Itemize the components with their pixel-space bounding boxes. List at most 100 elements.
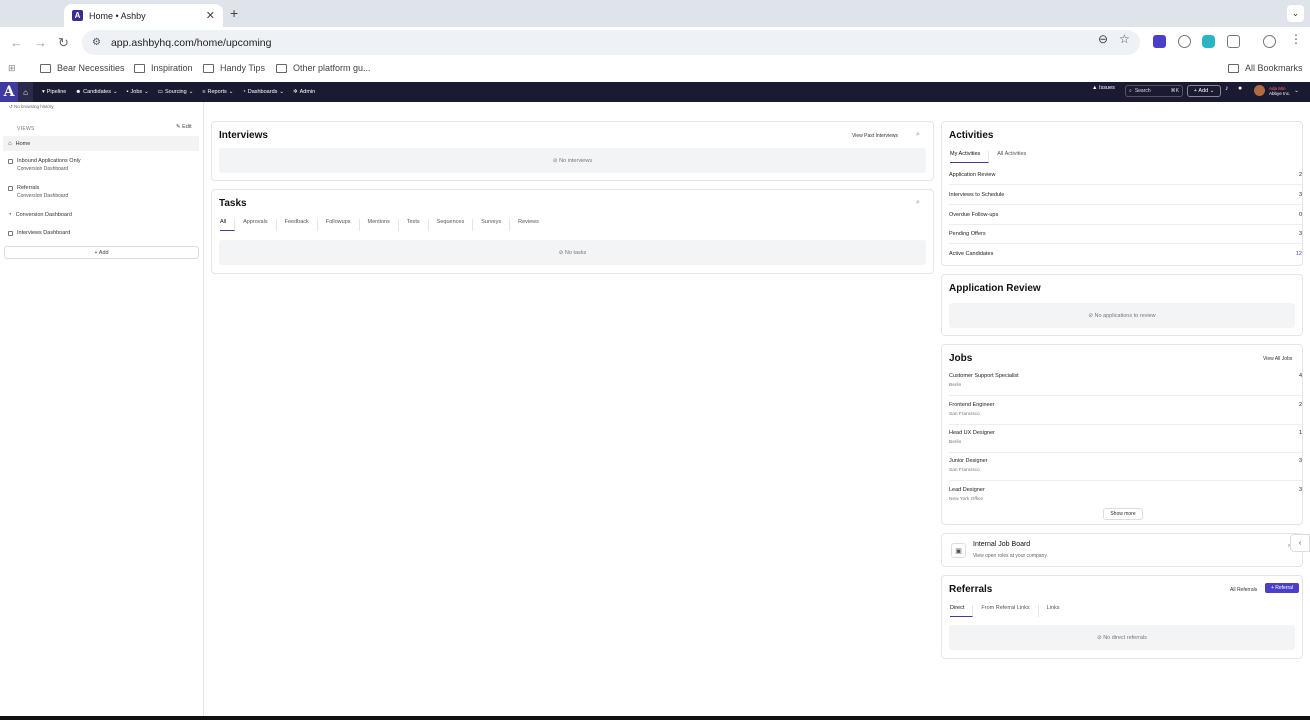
avatar [1254,85,1265,96]
bookmark-label: Handy Tips [220,63,266,73]
job-row[interactable]: Customer Support Specialist Berlin 4 [949,368,1302,396]
sidebar-item-interviews[interactable]: Interviews Dashboard [3,230,199,236]
job-row[interactable]: Lead Designer New York Office 3 [949,482,1302,510]
help-icon[interactable]: ● [1238,85,1242,92]
folder-icon [1228,63,1239,73]
tab-referral-links[interactable]: From Referral Links [981,605,1039,617]
folder-icon [134,63,145,73]
bookmark-folder[interactable]: Other platform gu... [276,63,371,73]
nav-admin[interactable]: ✲ Admin [293,89,315,95]
nav-reports[interactable]: ≡ Reports ⌄ [202,89,233,95]
activity-row[interactable]: Application Review 2 [949,165,1302,185]
tab-feedback[interactable]: Feedback [285,219,318,231]
bookmark-folder[interactable]: Handy Tips [203,63,265,73]
view-all-jobs-button[interactable]: View All Jobs [1263,356,1292,362]
tab-sequences[interactable]: Sequences [437,219,474,231]
reload-icon[interactable]: ↻ [58,35,69,51]
back-icon[interactable]: ← [10,35,23,50]
tab-followups[interactable]: Followups [326,219,360,231]
nav-pipeline[interactable]: ▾ Pipeline [42,89,66,95]
tab-links[interactable]: Links [1047,605,1068,617]
sidebar-item-label: Interviews Dashboard [17,230,71,236]
sidebar-item-conversion[interactable]: ◔ Conversion Dashboard [3,212,199,218]
tab-reviews[interactable]: Reviews [518,219,547,231]
all-referrals-button[interactable]: All Referrals [1230,587,1257,593]
extensions-puzzle-icon[interactable] [1227,35,1240,48]
chevron-down-icon: ⌄ [228,89,234,95]
extension-teal-icon[interactable] [1202,35,1215,48]
bookmark-star-icon[interactable]: ☆ [1119,32,1130,46]
sidebar-item-referrals[interactable]: Referrals Conversion Dashboard [3,185,199,199]
global-search[interactable]: ⌕ Search ⌘K [1125,85,1183,97]
new-tab-icon[interactable]: + [230,5,238,21]
jobs-title: Jobs [949,353,973,364]
search-icon[interactable]: ⌕ [916,199,920,207]
add-referral-button[interactable]: + Referral [1265,583,1299,593]
all-bookmarks[interactable]: All Bookmarks [1228,63,1303,73]
edit-views-button[interactable]: ✎ Edit [176,124,192,130]
issues-button[interactable]: ▲ Issues [1092,85,1115,91]
site-info-icon[interactable]: ⚙ [92,37,101,48]
jobs-card: Jobs View All Jobs Customer Support Spec… [941,344,1303,525]
tab-direct[interactable]: Direct [950,605,974,617]
search-icon[interactable]: ⌕ [916,131,920,139]
browser-menu-icon[interactable]: ⋮ [1290,32,1302,46]
nav-dashboards[interactable]: ◔ Dashboards ⌄ [242,89,284,95]
add-view-button[interactable]: + Add [4,246,199,259]
zoom-icon[interactable]: ⊖ [1098,32,1108,46]
sidebar-item-inbound[interactable]: Inbound Applications Only Conversion Dash… [3,158,199,172]
interviews-empty: ⊘ No interviews [219,148,926,173]
tab-all[interactable]: All [220,219,236,231]
gear-icon: ✲ [293,89,298,95]
tab-texts[interactable]: Texts [407,219,429,231]
tab-mentions[interactable]: Mentions [368,219,399,231]
sidebar-item-label: Conversion Dashboard [15,212,72,218]
show-more-button[interactable]: Show more [1103,508,1143,520]
internal-job-board-card[interactable]: ▣ Internal Job Board View open roles at … [941,533,1303,567]
close-tab-icon[interactable]: ✕ [206,9,215,22]
bookmark-label: Inspiration [151,63,193,73]
tab-my-activities[interactable]: My Activities [950,151,990,163]
job-count: 3 [1298,487,1302,493]
chevron-down-icon: ⌄ [279,89,284,95]
add-button[interactable]: + Add ⌄ [1187,85,1221,97]
bookmark-label: Bear Necessities [57,63,125,73]
view-past-interviews-button[interactable]: View Past Interviews [852,133,898,139]
tab-all-activities[interactable]: All Activities [997,151,1034,163]
nav-sourcing[interactable]: ▭ Sourcing ⌄ [158,89,194,95]
profile-icon[interactable] [1263,35,1276,48]
home-icon[interactable]: ⌂ [18,82,33,102]
forward-icon[interactable]: → [34,35,47,50]
tab-search-chevron-icon[interactable]: ⌄ [1287,5,1304,22]
activities-tabs: My Activities All Activities [950,151,1042,163]
job-count: 3 [1298,458,1302,464]
activity-row[interactable]: Overdue Follow-ups 0 [949,205,1302,225]
browsing-history: ↺ No browsing history [9,104,54,109]
apps-grid-icon[interactable]: ⊞ [8,63,16,74]
tab-approvals[interactable]: Approvals [243,219,277,231]
app-nav-bar: A ⌂ ▾ Pipeline ☻ Candidates ⌄ ▪ Jobs ⌄ ▭ Sourc… [0,82,1310,102]
user-menu[interactable]: Ada Min Abbye Inc. ⌄ [1254,85,1299,96]
ashby-extension-icon[interactable] [1153,35,1166,48]
job-row[interactable]: Head UX Designer Berlin 1 [949,425,1302,453]
tab-surveys[interactable]: Surveys [481,219,511,231]
activity-row[interactable]: Active Candidates 12 [949,244,1302,264]
job-row[interactable]: Frontend Engineer San Francisco 2 [949,397,1302,425]
activity-row[interactable]: Interviews to Schedule 3 [949,185,1302,205]
collapse-panel-icon[interactable]: ‹ [1290,534,1310,552]
nav-candidates[interactable]: ☻ Candidates ⌄ [75,89,117,95]
address-bar[interactable]: ⚙ app.ashbyhq.com/home/upcoming [82,30,1140,55]
bookmark-folder[interactable]: Inspiration [134,63,193,73]
ashby-logo[interactable]: A [0,82,18,102]
bookmark-folder[interactable]: Bear Necessities [40,63,125,73]
activity-label: Pending Offers [949,230,986,237]
job-row[interactable]: Junior Designer San Francisco 3 [949,453,1302,481]
edit-label: Edit [182,124,192,130]
nav-jobs[interactable]: ▪ Jobs ⌄ [127,89,149,95]
browser-tab[interactable]: A Home • Ashby ✕ [64,4,223,27]
extension-icon[interactable] [1178,35,1191,48]
sidebar-item-home[interactable]: ⌂ Home [3,136,199,151]
tasks-card: Tasks ⌕ All Approvals Feedback Followups… [211,189,934,274]
activity-row[interactable]: Pending Offers 3 [949,224,1302,244]
notifications-bell-icon[interactable]: ♪ [1225,85,1229,92]
